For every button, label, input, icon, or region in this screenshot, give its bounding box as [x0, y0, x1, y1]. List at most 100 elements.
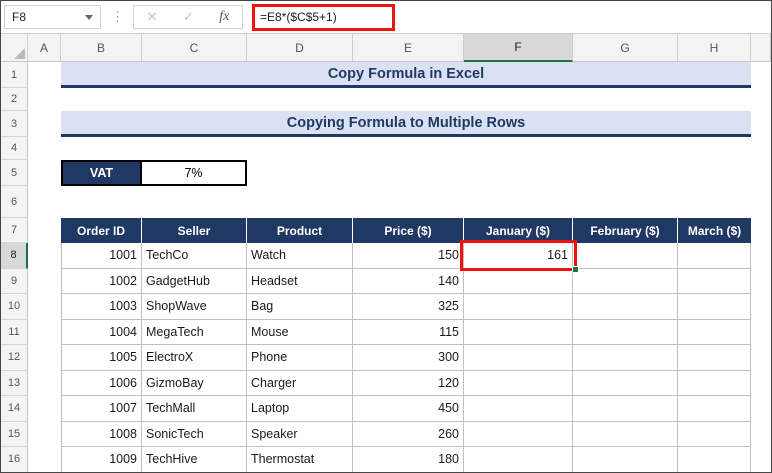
cell-january[interactable]: [464, 345, 573, 371]
cell-march[interactable]: [678, 269, 751, 295]
cell-a11[interactable]: [28, 320, 61, 346]
cell-seller[interactable]: TechCo: [142, 243, 247, 269]
cell-overflow[interactable]: [751, 422, 771, 448]
row-header-12[interactable]: 12: [1, 345, 28, 371]
cell-seller[interactable]: TechHive: [142, 447, 247, 473]
row-header-2[interactable]: 2: [1, 88, 28, 111]
cell-order-id[interactable]: 1006: [61, 371, 142, 397]
cell-overflow[interactable]: [751, 294, 771, 320]
cell-product[interactable]: Watch: [247, 243, 353, 269]
cell-january[interactable]: [464, 396, 573, 422]
cell-seller[interactable]: MegaTech: [142, 320, 247, 346]
cell-overflow[interactable]: [751, 447, 771, 473]
cells-after-c5[interactable]: [247, 160, 771, 186]
cell-order-id[interactable]: 1005: [61, 345, 142, 371]
cell-product[interactable]: Headset: [247, 269, 353, 295]
cell-january[interactable]: [464, 320, 573, 346]
cell-march[interactable]: [678, 320, 751, 346]
cell-a14[interactable]: [28, 396, 61, 422]
row-header-11[interactable]: 11: [1, 320, 28, 346]
cell-product[interactable]: Bag: [247, 294, 353, 320]
cell-order-id[interactable]: 1004: [61, 320, 142, 346]
cell-a1[interactable]: [28, 62, 61, 88]
cell-order-id[interactable]: 1002: [61, 269, 142, 295]
cell-january-selected[interactable]: 161: [464, 243, 573, 269]
row-header-13[interactable]: 13: [1, 371, 28, 397]
column-header-b[interactable]: B: [61, 34, 142, 62]
cell-january[interactable]: [464, 371, 573, 397]
cell-product[interactable]: Laptop: [247, 396, 353, 422]
table-header-price[interactable]: Price ($): [353, 218, 464, 243]
row-header-4[interactable]: 4: [1, 137, 28, 160]
cell-a8[interactable]: [28, 243, 61, 269]
cell-march[interactable]: [678, 396, 751, 422]
formula-bar-resize-handle-icon[interactable]: ⋮: [111, 9, 124, 25]
cell-order-id[interactable]: 1003: [61, 294, 142, 320]
cell-after-h1[interactable]: [751, 62, 771, 88]
cell-january[interactable]: [464, 269, 573, 295]
main-title-cell[interactable]: Copy Formula in Excel: [61, 62, 751, 88]
cell-price[interactable]: 115: [353, 320, 464, 346]
row-header-9[interactable]: 9: [1, 269, 28, 295]
row-header-14[interactable]: 14: [1, 396, 28, 422]
cell-a5[interactable]: [28, 160, 61, 186]
cell-seller[interactable]: SonicTech: [142, 422, 247, 448]
cell-a13[interactable]: [28, 371, 61, 397]
table-header-order-id[interactable]: Order ID: [61, 218, 142, 243]
cell-february[interactable]: [573, 243, 678, 269]
select-all-button[interactable]: [1, 34, 28, 62]
empty-row-6[interactable]: [28, 186, 771, 218]
cell-february[interactable]: [573, 345, 678, 371]
cell-seller[interactable]: GizmoBay: [142, 371, 247, 397]
cell-price[interactable]: 150: [353, 243, 464, 269]
cell-seller[interactable]: ShopWave: [142, 294, 247, 320]
cell-seller[interactable]: ElectroX: [142, 345, 247, 371]
row-header-3[interactable]: 3: [1, 111, 28, 137]
cell-after-h7[interactable]: [751, 218, 771, 243]
section-title-cell[interactable]: Copying Formula to Multiple Rows: [61, 111, 751, 137]
cell-a10[interactable]: [28, 294, 61, 320]
column-header-a[interactable]: A: [28, 34, 61, 62]
cell-a7[interactable]: [28, 218, 61, 243]
cell-january[interactable]: [464, 447, 573, 473]
cell-product[interactable]: Mouse: [247, 320, 353, 346]
cell-overflow[interactable]: [751, 243, 771, 269]
formula-input[interactable]: =E8*($C$5+1): [243, 1, 771, 33]
cell-product[interactable]: Thermostat: [247, 447, 353, 473]
cell-a16[interactable]: [28, 447, 61, 473]
table-header-february[interactable]: February ($): [573, 218, 678, 243]
cell-order-id[interactable]: 1009: [61, 447, 142, 473]
vat-label-cell[interactable]: VAT: [61, 160, 142, 186]
cell-february[interactable]: [573, 396, 678, 422]
vat-value-cell[interactable]: 7%: [142, 160, 247, 186]
cell-order-id[interactable]: 1001: [61, 243, 142, 269]
row-header-1[interactable]: 1: [1, 62, 28, 88]
empty-row-2[interactable]: [28, 88, 771, 111]
cell-february[interactable]: [573, 422, 678, 448]
row-header-7[interactable]: 7: [1, 218, 28, 243]
cell-february[interactable]: [573, 371, 678, 397]
enter-icon[interactable]: ✓: [183, 9, 194, 25]
cell-february[interactable]: [573, 269, 678, 295]
column-header-c[interactable]: C: [142, 34, 247, 62]
cell-seller[interactable]: GadgetHub: [142, 269, 247, 295]
cell-march[interactable]: [678, 294, 751, 320]
cell-price[interactable]: 180: [353, 447, 464, 473]
cell-price[interactable]: 120: [353, 371, 464, 397]
cell-march[interactable]: [678, 422, 751, 448]
cell-a12[interactable]: [28, 345, 61, 371]
cell-price[interactable]: 450: [353, 396, 464, 422]
fill-handle[interactable]: [572, 266, 579, 273]
cell-overflow[interactable]: [751, 371, 771, 397]
column-header-e[interactable]: E: [353, 34, 464, 62]
cell-order-id[interactable]: 1007: [61, 396, 142, 422]
cell-january[interactable]: [464, 422, 573, 448]
cell-seller[interactable]: TechMall: [142, 396, 247, 422]
cell-february[interactable]: [573, 294, 678, 320]
column-header-g[interactable]: G: [573, 34, 678, 62]
table-header-seller[interactable]: Seller: [142, 218, 247, 243]
cell-price[interactable]: 260: [353, 422, 464, 448]
cell-february[interactable]: [573, 447, 678, 473]
name-box[interactable]: F8: [4, 5, 101, 29]
column-header-h[interactable]: H: [678, 34, 751, 62]
